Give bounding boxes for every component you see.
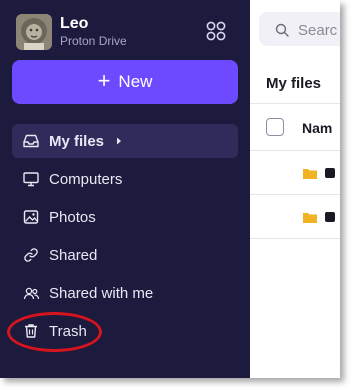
monitor-icon (23, 172, 39, 187)
sidebar-item-computers[interactable]: Computers (12, 162, 238, 196)
sidebar-item-shared-with-me[interactable]: Shared with me (12, 276, 238, 310)
sidebar-item-shared[interactable]: Shared (12, 238, 238, 272)
list-item-name-fragment[interactable] (325, 212, 335, 222)
trash-icon (25, 324, 37, 338)
chevron-right-icon[interactable] (114, 136, 124, 146)
sidebar-item-label: Shared (49, 246, 98, 264)
sidebar-item-my-files[interactable]: My files (12, 124, 238, 158)
user-name: Leo (60, 15, 89, 32)
app-window: Leo Proton Drive + New My files Computer… (0, 0, 340, 378)
search-icon (275, 23, 289, 37)
new-button-label: New (118, 72, 153, 91)
sidebar-item-label: My files (49, 132, 105, 150)
app-name: Proton Drive (60, 34, 127, 48)
sidebar: Leo Proton Drive + New My files Computer… (0, 0, 250, 378)
column-header-name[interactable]: Nam (302, 120, 332, 136)
list-item-name-fragment[interactable] (325, 168, 335, 178)
avatar[interactable] (16, 14, 52, 50)
sidebar-item-label: Computers (49, 170, 123, 188)
main-content: Searc My files Nam (250, 0, 340, 378)
plus-icon: + (97, 68, 111, 93)
divider (250, 150, 340, 151)
select-all-checkbox[interactable] (266, 118, 284, 136)
app-grid-icon[interactable] (205, 20, 227, 42)
sidebar-item-label: Shared with me (49, 284, 154, 302)
sidebar-item-trash[interactable]: Trash (12, 314, 238, 348)
sidebar-item-label: Photos (49, 208, 96, 226)
divider (250, 194, 340, 195)
divider (250, 238, 340, 239)
sidebar-item-photos[interactable]: Photos (12, 200, 238, 234)
folder-icon (303, 213, 317, 223)
folder-icon (303, 169, 317, 179)
inbox-icon (23, 134, 39, 148)
sidebar-item-label: Trash (49, 322, 87, 340)
new-button[interactable]: + New (12, 60, 238, 104)
users-icon (23, 287, 40, 300)
link-icon (24, 248, 38, 262)
image-icon (23, 210, 39, 224)
divider (250, 103, 340, 104)
search-placeholder: Searc (298, 22, 338, 39)
page-title: My files (266, 75, 322, 92)
